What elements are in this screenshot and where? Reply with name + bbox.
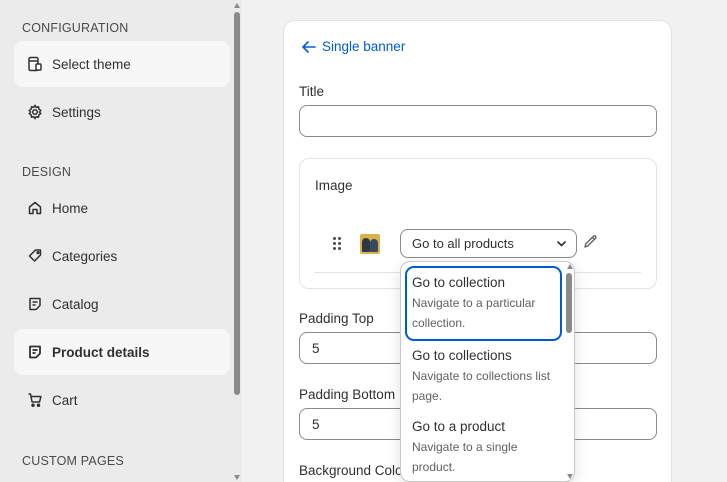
sidebar-item-select-theme[interactable]: Select theme <box>14 41 230 87</box>
sidebar-item-home[interactable]: Home <box>14 185 230 231</box>
section-heading-custom-pages: CUSTOM PAGES <box>22 454 124 468</box>
dropdown-scroll-thumb[interactable] <box>566 273 572 333</box>
sidebar-item-label: Select theme <box>52 56 131 72</box>
sidebar-item-categories[interactable]: Categories <box>14 233 230 279</box>
sidebar-item-label: Product details <box>52 344 150 360</box>
link-action-select[interactable]: Go to all products <box>400 229 577 258</box>
dropdown-scroll-up-icon[interactable] <box>567 264 573 269</box>
back-link[interactable]: Single banner <box>302 39 405 54</box>
sidebar-item-label: Catalog <box>52 296 99 312</box>
option-go-to-collections[interactable]: Go to collections Navigate to collection… <box>405 339 562 414</box>
back-link-label: Single banner <box>322 39 406 54</box>
padding-top-label: Padding Top <box>299 311 374 326</box>
chevron-down-icon <box>556 238 567 249</box>
sidebar-item-label: Categories <box>52 248 118 264</box>
section-heading-design: DESIGN <box>22 165 72 179</box>
option-title: Go to collection <box>412 275 506 290</box>
option-description: Navigate to a particular collection. <box>412 296 536 330</box>
cart-icon <box>26 391 44 409</box>
padding-bottom-label: Padding Bottom <box>299 387 396 402</box>
option-title: Go to a product <box>412 419 506 434</box>
drag-handle-icon[interactable] <box>333 237 341 250</box>
sidebar-item-product-details[interactable]: Product details <box>14 329 230 375</box>
arrow-left-icon <box>302 40 316 53</box>
sidebar-item-label: Cart <box>52 392 78 408</box>
sidebar-scroll-thumb[interactable] <box>234 12 240 395</box>
banner-image-thumbnail[interactable] <box>360 234 380 254</box>
sidebar-item-label: Home <box>52 200 89 216</box>
scroll-up-arrow-icon[interactable] <box>234 3 240 8</box>
product-details-icon <box>26 343 44 361</box>
option-description: Navigate to collections list page. <box>412 369 551 403</box>
link-action-dropdown: Go to collection Navigate to a particula… <box>400 261 575 482</box>
link-action-select-value: Go to all products <box>412 236 514 251</box>
sidebar-item-cart[interactable]: Cart <box>14 377 230 423</box>
title-input[interactable] <box>299 105 657 137</box>
catalog-icon <box>26 295 44 313</box>
scroll-down-arrow-icon[interactable] <box>234 475 240 480</box>
option-title: Go to collections <box>412 348 512 363</box>
tag-icon <box>26 247 44 265</box>
home-icon <box>26 199 44 217</box>
sidebar-item-catalog[interactable]: Catalog <box>14 281 230 327</box>
section-heading-configuration: CONFIGURATION <box>22 21 129 35</box>
theme-icon <box>26 55 44 73</box>
sidebar: CONFIGURATION Select theme Settings DESI… <box>0 0 242 482</box>
image-label: Image <box>315 178 353 193</box>
background-color-label: Background Color <box>299 463 408 478</box>
edit-pencil-icon[interactable] <box>583 234 598 249</box>
option-go-to-collection[interactable]: Go to collection Navigate to a particula… <box>405 266 562 341</box>
option-go-to-a-product[interactable]: Go to a product Navigate to a single pro… <box>405 410 562 481</box>
option-description: Navigate to a single product. <box>412 440 518 474</box>
gear-icon <box>26 103 44 121</box>
sidebar-item-label: Settings <box>52 104 101 120</box>
sidebar-item-settings[interactable]: Settings <box>14 89 230 135</box>
title-label: Title <box>299 84 325 99</box>
dropdown-scroll-down-icon[interactable] <box>567 474 573 479</box>
